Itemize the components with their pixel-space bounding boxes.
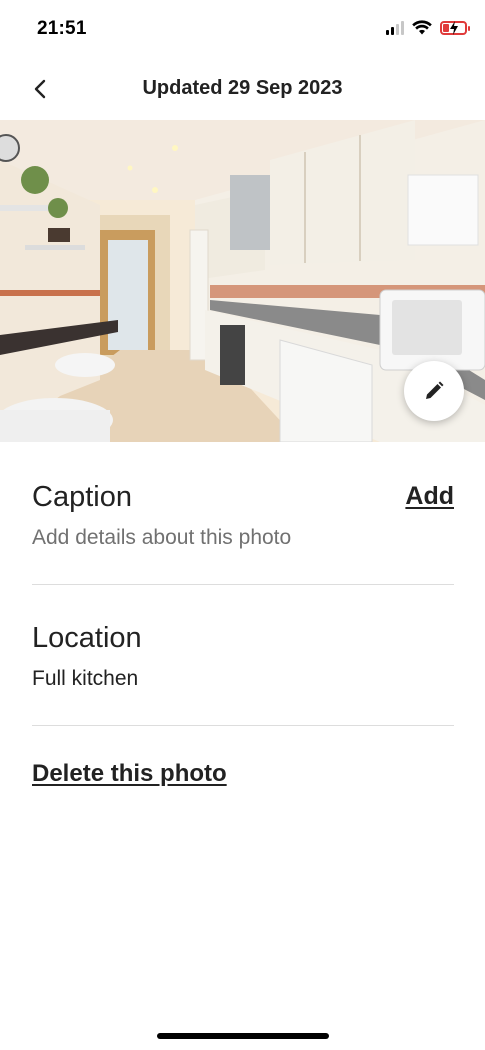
status-bar: 21:51 [0, 0, 485, 60]
battery-charging-icon [440, 20, 470, 35]
location-value: Full kitchen [32, 667, 139, 690]
add-caption-button[interactable]: Add [405, 482, 454, 511]
top-nav-header: Updated 29 Sep 2023 [0, 60, 485, 118]
caption-title: Caption [32, 481, 132, 513]
pencil-icon [426, 381, 444, 399]
home-indicator[interactable] [157, 1033, 329, 1039]
delete-photo-button[interactable]: Delete this photo [32, 760, 227, 788]
location-title: Location [32, 622, 142, 654]
status-icons [386, 20, 470, 35]
page-title: Updated 29 Sep 2023 [142, 77, 343, 99]
wifi-icon [412, 20, 432, 35]
status-time: 21:51 [37, 18, 87, 39]
divider [32, 584, 454, 585]
edit-photo-button[interactable] [404, 361, 464, 421]
caption-placeholder: Add details about this photo [32, 526, 292, 549]
cellular-signal-icon [386, 20, 404, 35]
divider [32, 725, 454, 726]
photo-detail-screen: 21:51 Updated 29 Sep 2023 Caption Add Ad… [0, 0, 485, 1050]
